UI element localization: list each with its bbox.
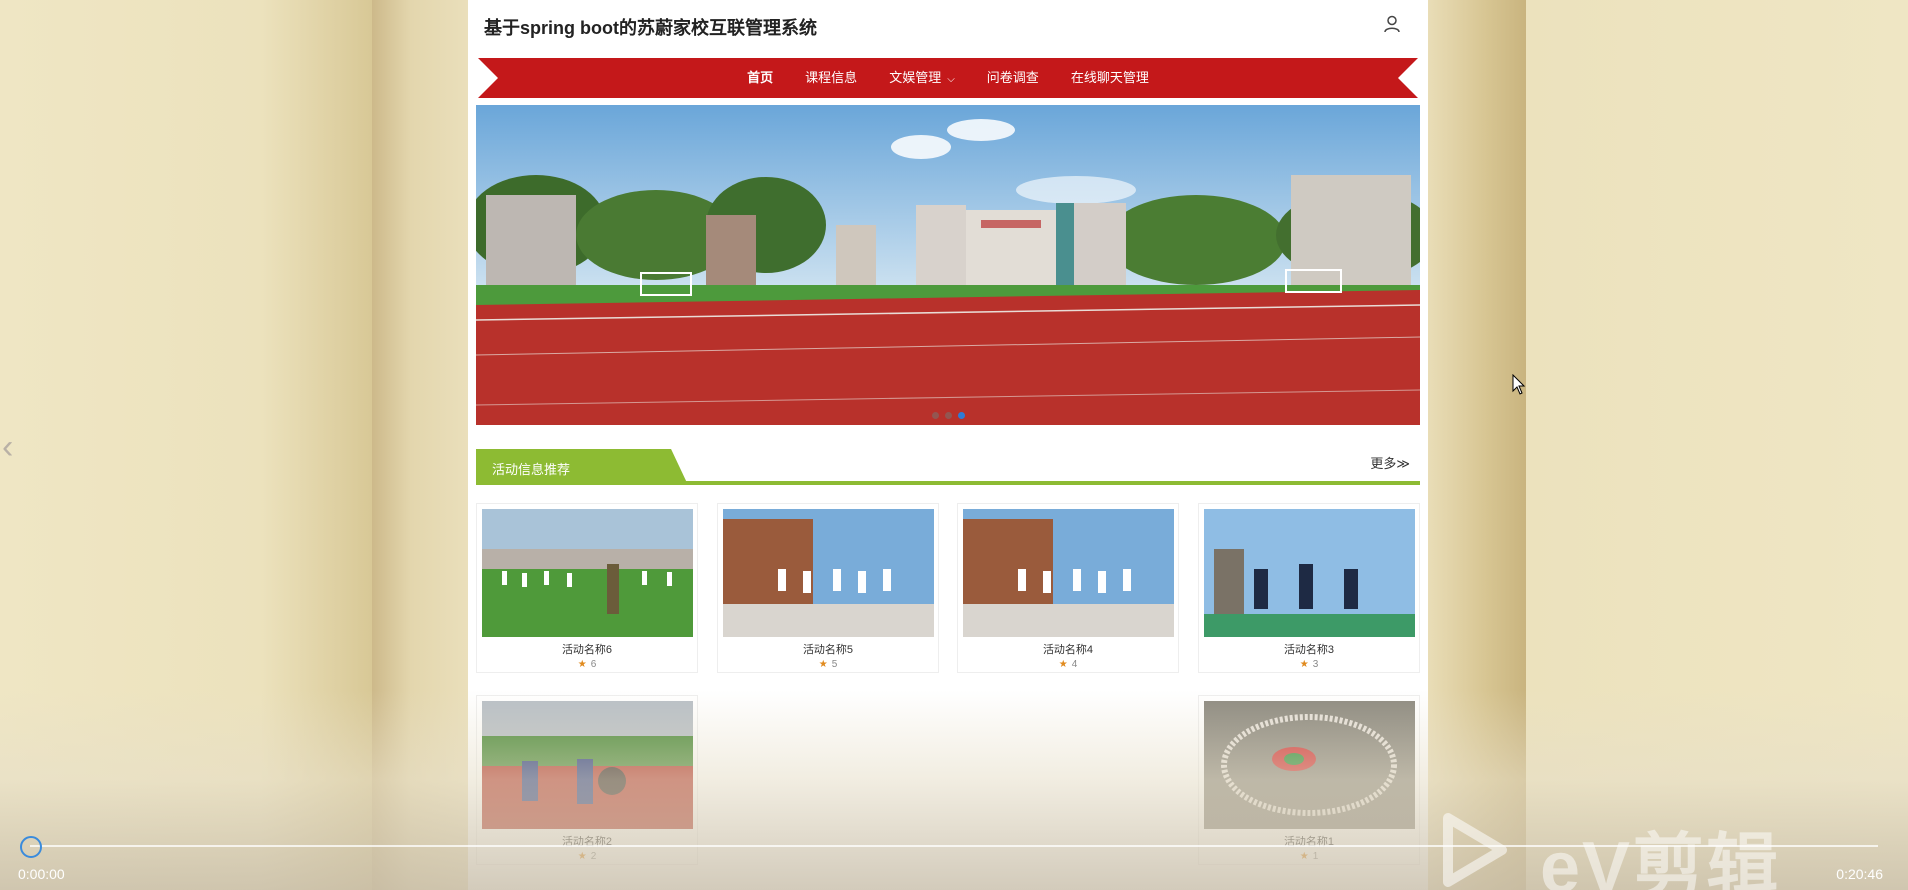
activity-card[interactable]: 活动名称5 ★ 5 (717, 503, 939, 673)
current-time: 0:00:00 (18, 866, 65, 882)
chevron-down-icon: ⌵ (947, 74, 955, 85)
activity-rating: ★ 5 (718, 659, 938, 670)
activity-thumbnail (1204, 701, 1415, 829)
star-icon: ★ (818, 659, 828, 670)
activity-name[interactable]: 活动名称6 (477, 641, 697, 657)
nav-item-chat[interactable]: 在线聊天管理 (1055, 58, 1165, 98)
star-icon: ★ (1299, 659, 1309, 670)
chevron-left-icon[interactable]: ‹ (2, 428, 13, 467)
activity-thumbnail (723, 509, 934, 637)
star-icon: ★ (1058, 659, 1068, 670)
nav-item-entertainment[interactable]: 文娱管理 ⌵ (873, 58, 971, 98)
activity-rating: ★ 2 (477, 851, 697, 862)
section-title: 活动信息推荐 (492, 462, 571, 477)
carousel-dots (476, 412, 1420, 419)
total-time: 0:20:46 (1836, 866, 1883, 882)
background-left (0, 0, 372, 890)
activity-card[interactable]: 活动名称4 ★ 4 (957, 503, 1179, 673)
rating-value: 2 (590, 851, 597, 862)
rating-value: 3 (1312, 659, 1319, 670)
activity-name[interactable]: 活动名称5 (718, 641, 938, 657)
nav-item-survey[interactable]: 问卷调查 (971, 58, 1055, 98)
banner-carousel[interactable] (476, 105, 1420, 425)
star-icon: ★ (1299, 851, 1309, 862)
activity-card[interactable]: 活动名称1 ★ 1 (1198, 695, 1420, 865)
activity-thumbnail (482, 509, 693, 637)
play-icon (1443, 813, 1507, 887)
activity-thumbnail (963, 509, 1174, 637)
section-header: 活动信息推荐 更多≫ (476, 449, 1420, 485)
cursor-icon (1512, 374, 1526, 395)
activity-rating: ★ 4 (958, 659, 1178, 670)
activity-card[interactable]: 活动名称3 ★ 3 (1198, 503, 1420, 673)
site-title: 基于spring boot的苏蔚家校互联管理系统 (484, 18, 817, 38)
user-icon[interactable] (1382, 14, 1402, 34)
nav-item-label: 文娱管理 (889, 70, 942, 85)
carousel-dot[interactable] (944, 412, 952, 419)
activity-name[interactable]: 活动名称4 (958, 641, 1178, 657)
star-icon: ★ (577, 659, 587, 670)
rating-value: 5 (831, 659, 838, 670)
background-right (1526, 0, 1908, 890)
activity-thumbnail (1204, 509, 1415, 637)
activity-name[interactable]: 活动名称3 (1199, 641, 1419, 657)
progress-handle[interactable] (20, 836, 42, 858)
background-right-shade (1428, 0, 1526, 890)
rating-value: 4 (1071, 659, 1078, 670)
banner-image (476, 105, 1420, 425)
carousel-dot-active[interactable] (957, 412, 965, 419)
nav-item-label: 课程信息 (805, 70, 858, 85)
activity-rating: ★ 1 (1199, 851, 1419, 862)
web-page: 基于spring boot的苏蔚家校互联管理系统 首页 课程信息 文娱管理 ⌵ 问… (468, 0, 1428, 890)
star-icon: ★ (577, 851, 587, 862)
activity-card[interactable]: 活动名称2 ★ 2 (476, 695, 698, 865)
nav-item-label: 首页 (747, 70, 774, 85)
nav-item-courses[interactable]: 课程信息 (789, 58, 873, 98)
page-header: 基于spring boot的苏蔚家校互联管理系统 (468, 0, 1428, 52)
watermark-text: eV剪辑 (1540, 828, 1781, 890)
progress-bar[interactable] (30, 845, 1878, 847)
activity-rating: ★ 3 (1199, 659, 1419, 670)
more-link[interactable]: 更多≫ (1370, 453, 1410, 472)
rating-value: 1 (1312, 851, 1319, 862)
nav-item-label: 问卷调查 (986, 70, 1039, 85)
rating-value: 6 (590, 659, 597, 670)
background-left-shade (372, 0, 468, 890)
activity-card[interactable]: 活动名称6 ★ 6 (476, 503, 698, 673)
nav-item-label: 在线聊天管理 (1070, 70, 1149, 85)
main-nav: 首页 课程信息 文娱管理 ⌵ 问卷调查 在线聊天管理 (478, 58, 1418, 98)
activity-thumbnail (482, 701, 693, 829)
nav-item-home[interactable]: 首页 (731, 58, 789, 98)
section-divider (476, 481, 1420, 485)
activity-rating: ★ 6 (477, 659, 697, 670)
carousel-dot[interactable] (931, 412, 939, 419)
